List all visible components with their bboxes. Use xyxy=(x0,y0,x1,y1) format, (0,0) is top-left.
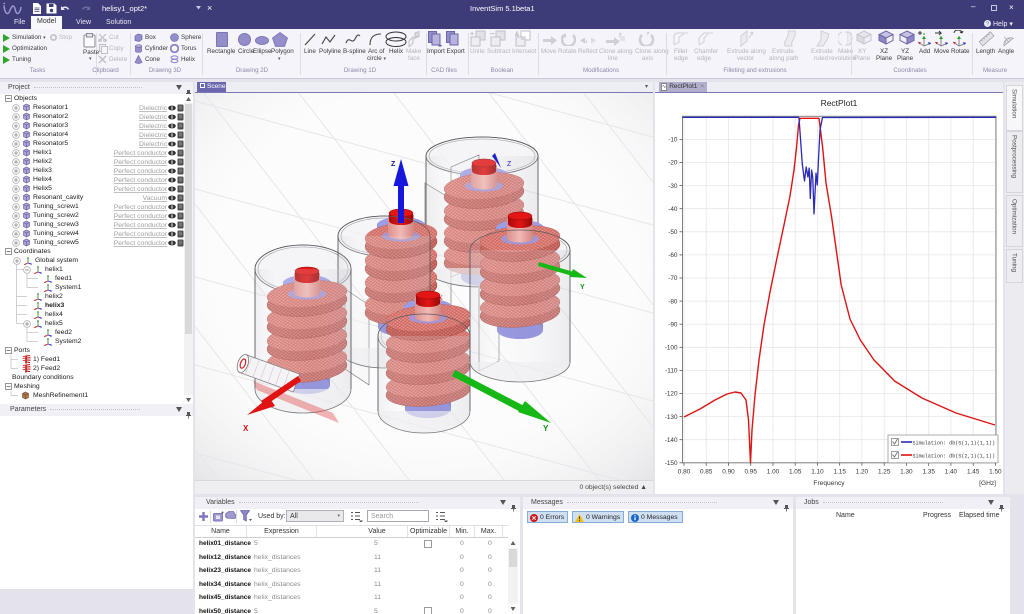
svg-text:0.80: 0.80 xyxy=(678,468,691,475)
svg-text:-60: -60 xyxy=(668,252,678,259)
svg-text:1.05: 1.05 xyxy=(789,468,802,475)
svg-text:1.50: 1.50 xyxy=(989,468,1002,475)
svg-text:-80: -80 xyxy=(668,298,678,305)
svg-text:1.15: 1.15 xyxy=(833,468,846,475)
svg-text:Z: Z xyxy=(391,161,396,168)
svg-text:-150: -150 xyxy=(665,460,678,467)
svg-text:-20: -20 xyxy=(668,160,678,167)
svg-text:-110: -110 xyxy=(665,368,678,375)
svg-text:0.85: 0.85 xyxy=(700,468,713,475)
svg-text:-40: -40 xyxy=(668,206,678,213)
svg-text:-140: -140 xyxy=(665,437,678,444)
svg-text:X: X xyxy=(243,424,249,433)
svg-text:1.40: 1.40 xyxy=(945,468,958,475)
svg-text:Y: Y xyxy=(580,284,585,291)
svg-text:RectPlot1: RectPlot1 xyxy=(821,98,858,108)
svg-text:0.95: 0.95 xyxy=(744,468,757,475)
svg-text:1.35: 1.35 xyxy=(922,468,935,475)
svg-text:Y: Y xyxy=(543,424,549,433)
svg-text:Z: Z xyxy=(507,161,512,168)
svg-text:-90: -90 xyxy=(668,321,678,328)
svg-text:1.25: 1.25 xyxy=(878,468,891,475)
svg-text:Simulation: db(S(1,1)(1,1)): Simulation: db(S(1,1)(1,1)) xyxy=(913,440,996,446)
svg-text:1.30: 1.30 xyxy=(900,468,913,475)
svg-text:1.00: 1.00 xyxy=(767,468,780,475)
svg-text:X: X xyxy=(438,295,443,302)
svg-text:-70: -70 xyxy=(668,275,678,282)
svg-text:1.20: 1.20 xyxy=(856,468,869,475)
svg-text:-30: -30 xyxy=(668,183,678,190)
svg-text:-100: -100 xyxy=(665,345,678,352)
svg-text:0.90: 0.90 xyxy=(722,468,735,475)
svg-text:[GHz]: [GHz] xyxy=(979,480,996,487)
svg-text:Simulation: db(S(2,1)(1,1)): Simulation: db(S(2,1)(1,1)) xyxy=(913,453,996,459)
svg-text:-130: -130 xyxy=(665,414,678,421)
svg-text:-120: -120 xyxy=(665,391,678,398)
svg-text:-50: -50 xyxy=(668,229,678,236)
svg-text:-10: -10 xyxy=(668,137,678,144)
svg-text:1.45: 1.45 xyxy=(967,468,980,475)
svg-text:1.10: 1.10 xyxy=(811,468,824,475)
svg-text:Frequency: Frequency xyxy=(813,480,845,487)
